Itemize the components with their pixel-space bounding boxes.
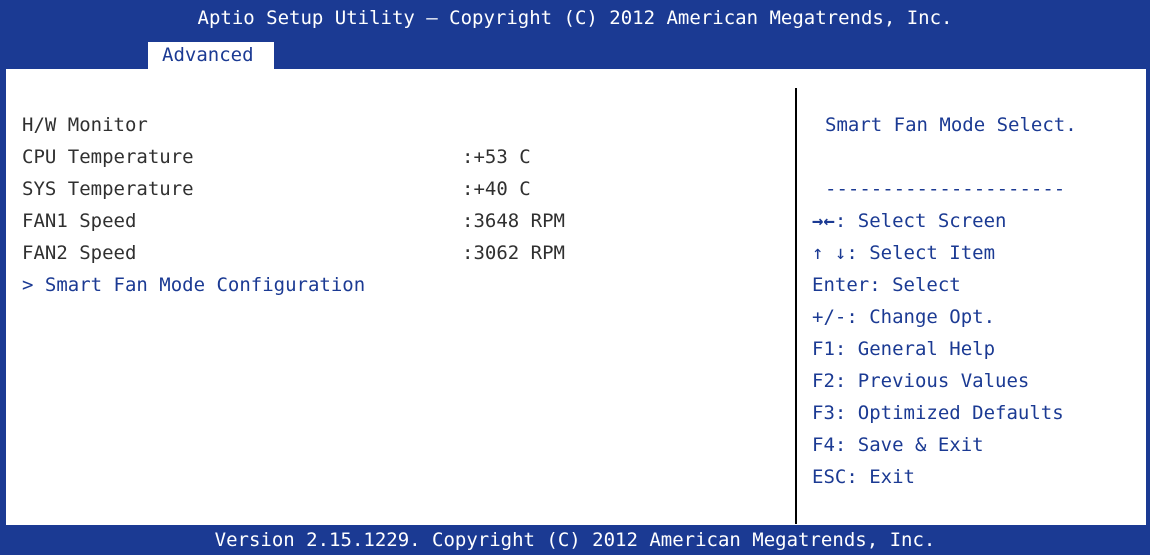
key-select-item-text: : Select Item [846,242,996,264]
frame-left-border [0,69,6,525]
tab-bar: Advanced [0,36,1150,69]
key-esc: ESC: Exit [812,461,1142,493]
key-select-screen-text: : Select Screen [834,210,1007,232]
cpu-temperature-value: :+53 C [462,146,531,168]
key-f3-label: F3 [812,402,835,424]
key-f2: F2: Previous Values [812,365,1142,397]
help-description: Smart Fan Mode Select. [825,114,1077,136]
key-esc-text: : Exit [846,466,915,488]
key-change-opt: +/-: Change Opt. [812,301,1142,333]
sys-temperature-label: SYS Temperature [22,178,194,200]
key-f4-label: F4 [812,434,835,456]
key-f4: F4: Save & Exit [812,429,1142,461]
left-right-arrows-icon: →← [812,210,835,232]
panel-divider [795,88,797,524]
fan2-speed-label: FAN2 Speed [22,242,137,264]
section-title-row: H/W Monitor [22,109,365,141]
tab-advanced[interactable]: Advanced [148,42,274,69]
key-f4-text: : Save & Exit [834,434,984,456]
up-down-arrows-icon: ↑ ↓ [812,242,847,264]
fan1-speed-row: FAN1 Speed :3648 RPM [22,205,565,237]
section-title: H/W Monitor [22,114,148,136]
help-panel: Smart Fan Mode Select. -----------------… [812,109,1142,493]
sys-temperature-row: SYS Temperature :+40 C [22,173,531,205]
sys-temperature-value: :+40 C [462,178,531,200]
help-separator: --------------------- [825,178,1066,200]
key-f1-text: : General Help [834,338,996,360]
key-select-screen: →←: Select Screen [812,205,1142,237]
key-enter-label: Enter [812,274,870,296]
smart-fan-mode-submenu[interactable]: > Smart Fan Mode Configuration [22,269,365,301]
fan2-speed-value: :3062 RPM [462,242,565,264]
header-title: Aptio Setup Utility – Copyright (C) 2012… [0,0,1150,36]
cpu-temperature-label: CPU Temperature [22,146,194,168]
fan2-speed-row: FAN2 Speed :3062 RPM [22,237,565,269]
key-enter-text: : Select [869,274,961,296]
key-change-opt-label: +/- [812,306,847,328]
key-enter: Enter: Select [812,269,1142,301]
fan1-speed-value: :3648 RPM [462,210,565,232]
frame-right-border [1146,69,1150,525]
main-panel: H/W Monitor CPU Temperature :+53 C SYS T… [22,109,565,301]
footer-version: Version 2.15.1229. Copyright (C) 2012 Am… [0,525,1150,555]
key-esc-label: ESC [812,466,847,488]
key-f3: F3: Optimized Defaults [812,397,1142,429]
key-f3-text: : Optimized Defaults [834,402,1064,424]
key-f2-text: : Previous Values [834,370,1030,392]
key-f1-label: F1 [812,338,835,360]
cpu-temperature-row: CPU Temperature :+53 C [22,141,531,173]
key-change-opt-text: : Change Opt. [846,306,996,328]
key-select-item: ↑ ↓: Select Item [812,237,1142,269]
key-f1: F1: General Help [812,333,1142,365]
fan1-speed-label: FAN1 Speed [22,210,137,232]
key-legend: →←: Select Screen ↑ ↓: Select Item Enter… [812,205,1142,493]
key-f2-label: F2 [812,370,835,392]
